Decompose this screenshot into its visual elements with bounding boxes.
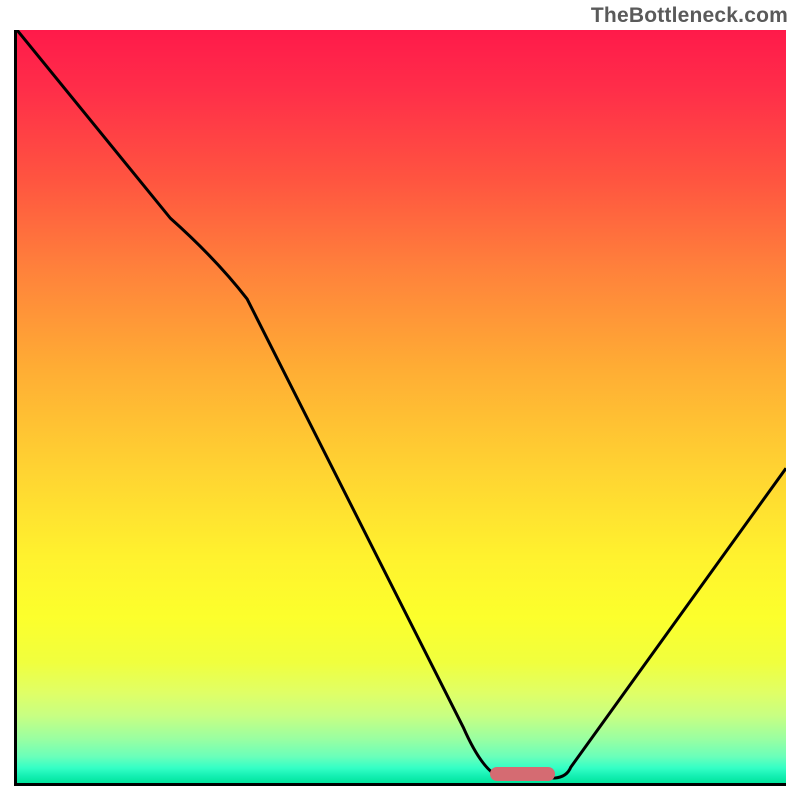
watermark-text: TheBottleneck.com <box>591 4 788 28</box>
chart-plot-area <box>14 30 786 786</box>
optimal-range-marker <box>490 767 555 781</box>
bottleneck-curve <box>17 30 786 783</box>
curve-path <box>17 30 786 778</box>
